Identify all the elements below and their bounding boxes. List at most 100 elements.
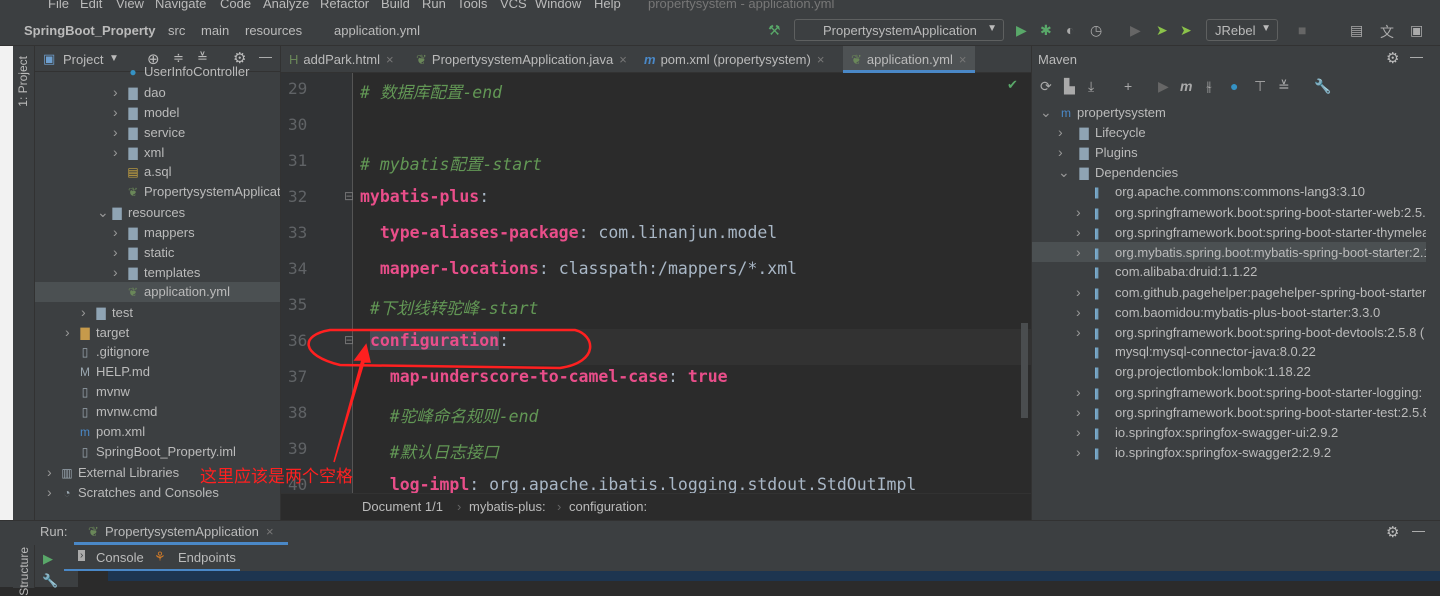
- chevron-right-icon[interactable]: ›: [1076, 442, 1094, 462]
- chevron-right-icon[interactable]: ›: [1076, 322, 1094, 342]
- close-icon[interactable]: ×: [959, 52, 967, 67]
- fold-icon[interactable]: ⊟: [344, 333, 354, 347]
- code-line[interactable]: #默认日志接口: [360, 439, 499, 463]
- menu-tools[interactable]: Tools: [457, 0, 487, 11]
- chevron-right-icon[interactable]: ›: [1076, 222, 1094, 242]
- breadcrumb-src[interactable]: src: [168, 23, 185, 38]
- menu-vcs[interactable]: VCS: [500, 0, 527, 11]
- chevron-right-icon[interactable]: ›: [1076, 382, 1094, 402]
- maven-tree-item[interactable]: ||| com.alibaba:druid:1.1.22: [1032, 262, 1426, 282]
- breadcrumb-file[interactable]: application.yml: [334, 23, 420, 38]
- code-line[interactable]: #驼峰命名规则-end: [360, 403, 539, 427]
- project-tree-item[interactable]: › ▇ mappers: [35, 222, 280, 242]
- maven-tree-item[interactable]: ||| org.apache.commons:commons-lang3:3.10: [1032, 182, 1426, 202]
- minimize-icon[interactable]: —: [1412, 523, 1425, 538]
- structure-tool-button[interactable]: Structure: [17, 547, 31, 596]
- run-tab[interactable]: ❦ PropertysystemApplication ×: [74, 521, 288, 545]
- editor-scrollbar[interactable]: [1021, 323, 1028, 418]
- crumb-document[interactable]: Document 1/1: [362, 499, 443, 514]
- chevron-right-icon[interactable]: ›: [1058, 122, 1076, 142]
- project-structure-icon[interactable]: ▤: [1350, 22, 1363, 39]
- endpoints-tab[interactable]: ⚘ Endpoints: [154, 545, 240, 569]
- menu-refactor[interactable]: Refactor: [320, 0, 369, 11]
- chevron-right-icon[interactable]: ›: [1058, 142, 1076, 162]
- menu-build[interactable]: Build: [381, 0, 410, 11]
- menu-file[interactable]: File: [48, 0, 69, 11]
- project-tool-button[interactable]: 1: Project: [16, 56, 30, 107]
- chevron-right-icon[interactable]: ›: [47, 482, 59, 502]
- stop-icon[interactable]: ■: [1298, 22, 1306, 38]
- maven-tree-item[interactable]: › ||| org.mybatis.spring.boot:mybatis-spri…: [1032, 242, 1426, 262]
- code-editor[interactable]: 29 30 31 32 33 34 35 36 37 38 39 40 ⊟ ⊟ # 数据库配置-end # …: [281, 73, 1031, 493]
- gear-icon[interactable]: ⚙: [1386, 49, 1399, 67]
- chevron-right-icon[interactable]: ›: [65, 322, 77, 342]
- project-tree-item[interactable]: › ▇ target: [35, 322, 280, 342]
- collapse-icon[interactable]: ≚: [1278, 78, 1290, 95]
- run-icon[interactable]: ▶: [1016, 22, 1027, 39]
- project-tree-item[interactable]: › ▇ model: [35, 102, 280, 122]
- execute-goal-icon[interactable]: m: [1180, 78, 1192, 94]
- breadcrumb-resources[interactable]: resources: [245, 23, 302, 38]
- console-output[interactable]: [78, 571, 1440, 588]
- coverage-icon[interactable]: ◐: [1066, 22, 1074, 38]
- close-icon[interactable]: ×: [619, 52, 627, 67]
- menu-view[interactable]: View: [116, 0, 144, 11]
- crumb-mybatis-plus[interactable]: mybatis-plus:: [469, 499, 546, 514]
- debug-icon[interactable]: ✱: [1040, 22, 1052, 39]
- menu-code[interactable]: Code: [220, 0, 251, 11]
- project-tree-item[interactable]: ● UserInfoController: [35, 62, 280, 82]
- menu-window[interactable]: Window: [535, 0, 581, 11]
- project-tree-item[interactable]: ⌄ ▇ resources: [35, 202, 280, 222]
- tab-pom[interactable]: m pom.xml (propertysystem) ×: [636, 46, 832, 73]
- project-tree-item[interactable]: ❦ PropertysystemApplication: [35, 182, 280, 202]
- maven-tree-item[interactable]: › ||| com.github.pagehelper:pagehelper-spr…: [1032, 282, 1426, 302]
- chevron-right-icon[interactable]: ›: [1076, 282, 1094, 302]
- maven-tree-item[interactable]: › ||| org.springframework.boot:spring-boot…: [1032, 202, 1426, 222]
- project-tree-item[interactable]: ▤ a.sql: [35, 162, 280, 182]
- skip-tests-icon[interactable]: ⫳: [1206, 78, 1212, 95]
- maven-tree-item[interactable]: › ▇ Lifecycle: [1032, 122, 1426, 142]
- crumb-configuration[interactable]: configuration:: [569, 499, 647, 514]
- chevron-right-icon[interactable]: ›: [113, 222, 125, 242]
- fold-icon[interactable]: ⊟: [344, 189, 354, 203]
- project-tree-item[interactable]: ▯ mvnw: [35, 382, 280, 402]
- maven-tree-item[interactable]: › ||| org.springframework.boot:spring-boot…: [1032, 382, 1426, 402]
- maven-tree-item[interactable]: › ||| io.springfox:springfox-swagger-ui:2.…: [1032, 422, 1426, 442]
- jrebel-run-icon[interactable]: ➤: [1156, 22, 1168, 39]
- maven-tree-item[interactable]: › ||| org.springframework.boot:spring-boot…: [1032, 222, 1426, 242]
- run-disabled-icon[interactable]: ▶: [1130, 22, 1141, 39]
- chevron-right-icon[interactable]: ›: [1076, 242, 1094, 262]
- code-line[interactable]: mapper-locations: classpath:/mappers/*.x…: [360, 259, 797, 278]
- jrebel-select[interactable]: JRebel ▼: [1206, 19, 1278, 41]
- breadcrumb-main[interactable]: main: [201, 23, 229, 38]
- minimize-icon[interactable]: —: [1410, 49, 1423, 64]
- maven-tree-item[interactable]: › ||| org.springframework.boot:spring-boot…: [1032, 402, 1426, 422]
- tab-application[interactable]: ❦ application.yml ×: [843, 46, 975, 73]
- menu-navigate[interactable]: Navigate: [155, 0, 206, 11]
- gear-icon[interactable]: ⚙: [1386, 523, 1399, 541]
- close-icon[interactable]: ×: [817, 52, 825, 67]
- code-line[interactable]: # 数据库配置-end: [360, 79, 502, 103]
- maven-tree-item[interactable]: › ▇ Plugins: [1032, 142, 1426, 162]
- code-line[interactable]: map-underscore-to-camel-case: true: [360, 367, 728, 386]
- tab-propertysystemapplication[interactable]: ❦ PropertysystemApplication.java ×: [408, 46, 635, 73]
- menu-analyze[interactable]: Analyze: [263, 0, 309, 11]
- menu-edit[interactable]: Edit: [80, 0, 102, 11]
- maven-tree-item[interactable]: ⌄ m propertysystem: [1032, 102, 1426, 122]
- chevron-right-icon[interactable]: ›: [113, 122, 125, 142]
- run-goal-icon[interactable]: ▶: [1158, 78, 1169, 95]
- menu-run[interactable]: Run: [422, 0, 446, 11]
- project-tree-item[interactable]: › ▇ test: [35, 302, 280, 322]
- offline-icon[interactable]: ●: [1230, 78, 1238, 94]
- console-tab[interactable]: › Console: [64, 545, 148, 569]
- project-tree-item[interactable]: › ▇ templates: [35, 262, 280, 282]
- chevron-right-icon[interactable]: ›: [1076, 422, 1094, 442]
- download-icon[interactable]: ⤓: [1088, 78, 1094, 95]
- code-line[interactable]: configuration:: [360, 331, 509, 350]
- chevron-right-icon[interactable]: ›: [47, 462, 59, 482]
- close-icon[interactable]: ×: [386, 52, 394, 67]
- project-tree-item[interactable]: ▯ mvnw.cmd: [35, 402, 280, 422]
- breadcrumb-project[interactable]: SpringBoot_Property: [24, 23, 155, 38]
- project-tree-item[interactable]: ❦ application.yml: [35, 282, 280, 302]
- show-deps-icon[interactable]: ⊤: [1254, 78, 1266, 95]
